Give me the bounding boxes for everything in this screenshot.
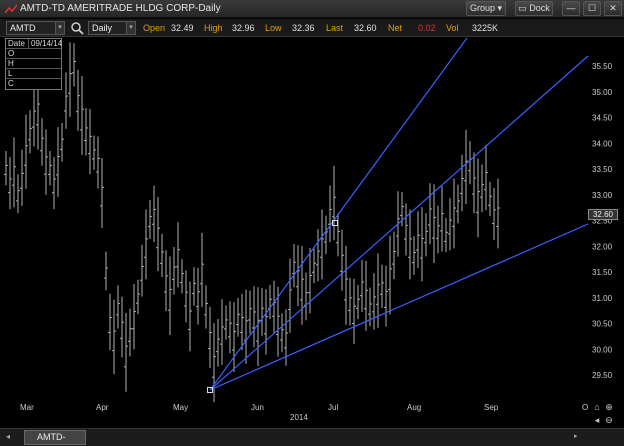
y-axis: 35.5035.0034.5034.0033.5033.0032.5032.00…	[592, 62, 613, 380]
y-tick-label: 33.50	[592, 165, 613, 174]
search-icon[interactable]	[70, 20, 84, 36]
symbol-dropdown-icon[interactable]: ▾	[55, 21, 65, 35]
y-tick-label: 31.50	[592, 268, 613, 277]
y-tick-label: 30.50	[592, 320, 613, 329]
net-value: 0.02	[418, 23, 436, 33]
open-value: 32.49	[171, 23, 194, 33]
maximize-button[interactable]: ☐	[583, 1, 601, 16]
y-tick-label: 33.00	[592, 191, 613, 200]
x-tick-label: Aug	[407, 403, 421, 412]
period-dropdown-icon[interactable]: ▾	[126, 21, 136, 35]
y-tick-label: 35.50	[592, 62, 613, 71]
o-label: O	[8, 49, 15, 58]
ohlc-panel: Date 09/14/14 O H L C	[5, 38, 62, 90]
date-label: Date	[8, 39, 25, 48]
x-tick-label: Apr	[96, 403, 109, 412]
dock-button[interactable]: ▭ Dock	[515, 1, 553, 16]
chart-toolbar: AMTD ▾ Daily ▾ Open 32.49 High 32.96 Low…	[0, 19, 624, 37]
x-tick-label: Mar	[20, 403, 34, 412]
vol-label: Vol	[446, 23, 459, 33]
x-tick-label: Jun	[251, 403, 264, 412]
zoom-out-icon[interactable]: ⊖	[604, 415, 614, 425]
chart-logo-icon	[5, 4, 17, 14]
scroll-left-icon[interactable]: ◂	[6, 432, 16, 443]
trendline	[209, 38, 468, 391]
close-button[interactable]: ✕	[604, 1, 622, 16]
tab-amtd-daily[interactable]: AMTD-Daily	[24, 430, 86, 446]
ohlc-bars	[4, 42, 500, 402]
low-label: Low	[265, 23, 282, 33]
y-tick-label: 31.00	[592, 294, 613, 303]
last-price-tag: 32.60	[588, 209, 618, 220]
trendline	[209, 223, 589, 391]
y-tick-label: 34.50	[592, 114, 613, 123]
last-label: Last	[326, 23, 344, 33]
window-title: AMTD-TD AMERITRADE HLDG CORP-Daily	[20, 3, 221, 14]
x-axis: Mar Apr May Jun Jul Aug Sep O 2014	[20, 403, 588, 422]
c-label: C	[8, 79, 14, 88]
y-tick-label: 30.00	[592, 345, 613, 354]
l-label: L	[8, 69, 13, 78]
trendline	[209, 55, 589, 391]
x-tick-label: O	[582, 403, 588, 412]
bottom-bar: ◂ AMTD-Daily ▸	[0, 428, 624, 446]
date-value: 09/14/14	[28, 39, 62, 49]
last-value: 32.60	[354, 23, 377, 33]
x-tick-label: May	[173, 403, 188, 412]
group-button[interactable]: Group ▾	[466, 1, 506, 16]
x-tick-label: Sep	[484, 403, 499, 412]
low-value: 32.36	[292, 23, 315, 33]
y-tick-label: 34.00	[592, 139, 613, 148]
minimize-button[interactable]: —	[562, 1, 580, 16]
net-label: Net	[388, 23, 403, 33]
high-value: 32.96	[232, 23, 255, 33]
y-tick-label: 32.00	[592, 242, 613, 251]
zoom-in-icon[interactable]: ⊕	[604, 402, 614, 412]
h-label: H	[8, 59, 14, 68]
y-tick-label: 35.00	[592, 88, 613, 97]
pan-left-icon[interactable]: ◂	[592, 415, 602, 425]
vol-value: 3225K	[472, 23, 499, 33]
price-chart[interactable]: 35.5035.0034.5034.0033.5033.0032.5032.00…	[0, 38, 624, 428]
open-label: Open	[143, 23, 166, 33]
scroll-right-icon[interactable]: ▸	[574, 432, 582, 443]
year-label: 2014	[290, 413, 308, 422]
high-label: High	[204, 23, 223, 33]
chart-nav: ⌂ ⊕ ◂ ⊖	[590, 402, 620, 428]
title-bar: AMTD-TD AMERITRADE HLDG CORP-Daily Group…	[0, 0, 624, 18]
y-tick-label: 29.50	[592, 371, 613, 380]
period-select[interactable]: Daily	[88, 21, 128, 35]
home-icon[interactable]: ⌂	[592, 402, 602, 412]
x-tick-label: Jul	[328, 403, 338, 412]
